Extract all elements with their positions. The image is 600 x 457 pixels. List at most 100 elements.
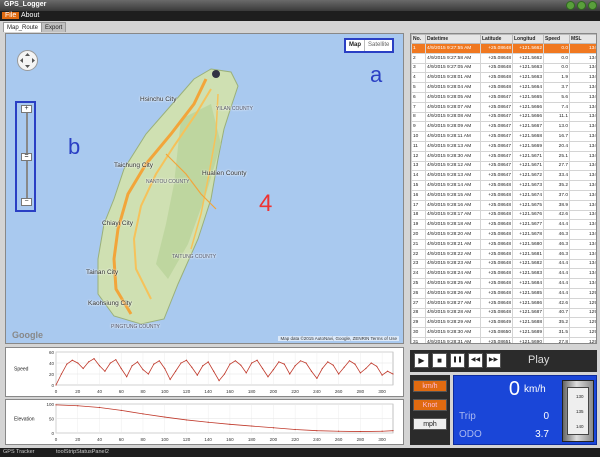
column-header[interactable]: MSL bbox=[569, 34, 596, 44]
table-row[interactable]: 14 4/9/2015 9:28:13 AM +25.08647 +121.5672 3… bbox=[411, 170, 596, 182]
x-tick-label: 240 bbox=[313, 389, 321, 394]
table-cell: 4/9/2015 9:28:23 AM bbox=[425, 258, 481, 270]
zoom-out-button[interactable]: − bbox=[21, 198, 32, 206]
table-row[interactable]: 30 4/9/2015 9:28:30 AM +25.08650 +121.5689 3… bbox=[411, 327, 596, 338]
zoom-in-button[interactable]: + bbox=[21, 105, 32, 113]
table-cell: 4/9/2015 9:28:12 AM bbox=[425, 160, 481, 172]
data-point bbox=[218, 380, 220, 382]
table-row[interactable]: 8 4/9/2015 9:28:08 AM +25.08647 +121.5666 11… bbox=[411, 111, 596, 123]
table-cell: +25.08648 bbox=[480, 248, 513, 260]
table-row[interactable]: 19 4/9/2015 9:28:18 AM +25.08648 +121.5677 4… bbox=[411, 219, 596, 231]
table-row[interactable]: 18 4/9/2015 9:28:17 AM +25.08648 +121.5676 4… bbox=[411, 209, 596, 221]
table-row[interactable]: 17 4/9/2015 9:28:16 AM +25.08648 +121.5675 3… bbox=[411, 199, 596, 211]
table-row[interactable]: 1 4/9/2015 9:27:55 AM +25.08648 +121.5662 0.… bbox=[411, 43, 596, 54]
menu-file[interactable]: File bbox=[2, 12, 20, 19]
x-tick-label: 60 bbox=[119, 389, 125, 394]
y-tick-label: 100 bbox=[46, 402, 54, 407]
status-app-name: GPS Tracker bbox=[3, 449, 35, 455]
table-row[interactable]: 29 4/9/2015 9:28:29 AM +25.08649 +121.5688 3… bbox=[411, 317, 596, 329]
table-row[interactable]: 13 4/9/2015 9:28:12 AM +25.08647 +121.5671 2… bbox=[411, 160, 596, 172]
maximize-button[interactable] bbox=[577, 1, 586, 10]
column-header[interactable]: Datetime bbox=[425, 34, 481, 44]
table-row[interactable]: 6 4/9/2015 9:28:05 AM +25.08647 +121.5665 5.… bbox=[411, 91, 596, 103]
table-cell: +25.08648 bbox=[480, 189, 513, 201]
table-row[interactable]: 21 4/9/2015 9:28:21 AM +25.08648 +121.5680 4… bbox=[411, 238, 596, 250]
tab-export[interactable]: Export bbox=[41, 22, 67, 32]
map-attribution[interactable]: Map data ©2015 AutoNavi, Google, ZENRIN … bbox=[278, 336, 399, 341]
play-label: Play bbox=[528, 354, 550, 366]
table-cell: 4/9/2015 9:28:31 AM bbox=[425, 336, 481, 343]
table-row[interactable]: 5 4/9/2015 9:28:04 AM +25.08648 +121.5664 3.… bbox=[411, 82, 596, 93]
map-label-yilan: YILAN COUNTY bbox=[216, 106, 253, 112]
table-row[interactable]: 16 4/9/2015 9:28:15 AM +25.08648 +121.5674 3… bbox=[411, 189, 596, 201]
table-row[interactable]: 4 4/9/2015 9:28:01 AM +25.08648 +121.5663 1.… bbox=[411, 72, 596, 84]
stop-button[interactable]: ■ bbox=[432, 353, 447, 368]
table-cell: +25.08647 bbox=[480, 170, 513, 182]
unit-knot-button[interactable]: Knot bbox=[413, 399, 447, 411]
unit-mph-button[interactable]: mph bbox=[413, 418, 447, 430]
data-point bbox=[88, 361, 90, 363]
table-row[interactable]: 15 4/9/2015 9:28:14 AM +25.08648 +121.5673 3… bbox=[411, 180, 596, 191]
table-row[interactable]: 9 4/9/2015 9:28:09 AM +25.08647 +121.5667 13… bbox=[411, 121, 596, 133]
table-cell: +121.5664 bbox=[512, 82, 544, 93]
annotation-b: b bbox=[68, 134, 81, 159]
table-row[interactable]: 27 4/9/2015 9:28:27 AM +25.08648 +121.5686 4… bbox=[411, 297, 596, 309]
zoom-slider-handle[interactable]: = bbox=[21, 153, 32, 161]
column-header[interactable]: Longitud bbox=[512, 34, 544, 44]
x-tick-label: 80 bbox=[140, 437, 146, 442]
close-button[interactable] bbox=[588, 1, 597, 10]
fast-forward-button[interactable]: ▶▶ bbox=[486, 353, 501, 368]
data-point bbox=[261, 367, 264, 370]
column-header[interactable]: No. bbox=[411, 34, 426, 44]
x-tick-label: 100 bbox=[161, 389, 169, 394]
table-row[interactable]: 7 4/9/2015 9:28:07 AM +25.08647 +121.5666 7.… bbox=[411, 101, 596, 113]
table-cell: 4/9/2015 9:28:11 AM bbox=[425, 131, 481, 142]
table-row[interactable]: 2 4/9/2015 9:27:58 AM +25.08648 +121.5662 0.… bbox=[411, 52, 596, 64]
data-point bbox=[316, 377, 318, 379]
y-axis-label: Elevation bbox=[14, 417, 35, 423]
data-point bbox=[310, 370, 313, 372]
table-row[interactable]: 11 4/9/2015 9:28:13 AM +25.08647 +121.5669 2… bbox=[411, 140, 596, 152]
gauge-tick: 135 bbox=[576, 409, 584, 414]
map-label-chiayi: Chiayi City bbox=[102, 220, 134, 227]
odo-label: ODO bbox=[459, 429, 482, 440]
table-row[interactable]: 23 4/9/2015 9:28:23 AM +25.08648 +121.5682 4… bbox=[411, 258, 596, 270]
data-point bbox=[147, 373, 150, 375]
tab-map-route[interactable]: Map_Route bbox=[3, 22, 43, 32]
table-row[interactable]: 31 4/9/2015 9:28:31 AM +25.08651 +121.5690 2… bbox=[411, 336, 596, 343]
map-view[interactable]: Hsinchu City Taichung City Hualien Count… bbox=[5, 33, 404, 344]
play-icon-button[interactable]: ▶ bbox=[414, 353, 429, 368]
pan-control[interactable] bbox=[17, 50, 38, 71]
menu-about[interactable]: About bbox=[18, 12, 42, 19]
map-type-satellite-button[interactable]: Satellite bbox=[365, 40, 392, 51]
table-row[interactable]: 3 4/9/2015 9:27:05 AM +25.08648 +121.5663 0.… bbox=[411, 62, 596, 74]
column-header[interactable]: Latitude bbox=[480, 34, 513, 44]
table-row[interactable]: 26 4/9/2015 9:28:26 AM +25.08648 +121.5685 4… bbox=[411, 287, 596, 299]
table-cell: 4/9/2015 9:28:05 AM bbox=[425, 91, 481, 103]
table-cell: +121.5673 bbox=[512, 180, 544, 191]
data-point bbox=[115, 359, 117, 361]
map-type-map-button[interactable]: Map bbox=[346, 40, 365, 51]
table-row[interactable]: 28 4/9/2015 9:28:28 AM +25.08648 +121.5687 4… bbox=[411, 307, 596, 319]
gps-data-table[interactable]: No. Datetime Latitude Longitud Speed MSL 1 4/9… bbox=[410, 33, 597, 344]
x-tick-label: 40 bbox=[97, 437, 103, 442]
table-row[interactable]: 12 4/9/2015 9:28:30 AM +25.08647 +121.5671 2… bbox=[411, 150, 596, 162]
minimize-button[interactable] bbox=[566, 1, 575, 10]
data-point bbox=[207, 421, 209, 423]
table-cell: +25.08647 bbox=[480, 91, 513, 103]
table-row[interactable]: 25 4/9/2015 9:28:25 AM +25.08648 +121.5684 4… bbox=[411, 278, 596, 289]
table-row[interactable]: 10 4/9/2015 9:28:11 AM +25.08647 +121.5668 1… bbox=[411, 131, 596, 142]
data-point bbox=[185, 359, 188, 361]
data-point bbox=[120, 367, 122, 370]
menu-bar: File About bbox=[0, 11, 600, 21]
table-cell: +25.08650 bbox=[480, 327, 513, 338]
table-row[interactable]: 20 4/9/2015 9:28:20 AM +25.08648 +121.5678 4… bbox=[411, 229, 596, 240]
pause-button[interactable]: ❚❚ bbox=[450, 353, 465, 368]
unit-kmh-button[interactable]: km/h bbox=[413, 380, 447, 392]
column-header[interactable]: Speed bbox=[543, 34, 570, 44]
table-cell: 22 bbox=[411, 248, 426, 260]
data-point bbox=[136, 361, 139, 363]
rewind-button[interactable]: ◀◀ bbox=[468, 353, 483, 368]
table-row[interactable]: 24 4/9/2015 9:28:24 AM +25.08648 +121.5683 4… bbox=[411, 268, 596, 280]
table-row[interactable]: 22 4/9/2015 9:28:22 AM +25.08648 +121.5681 4… bbox=[411, 248, 596, 260]
